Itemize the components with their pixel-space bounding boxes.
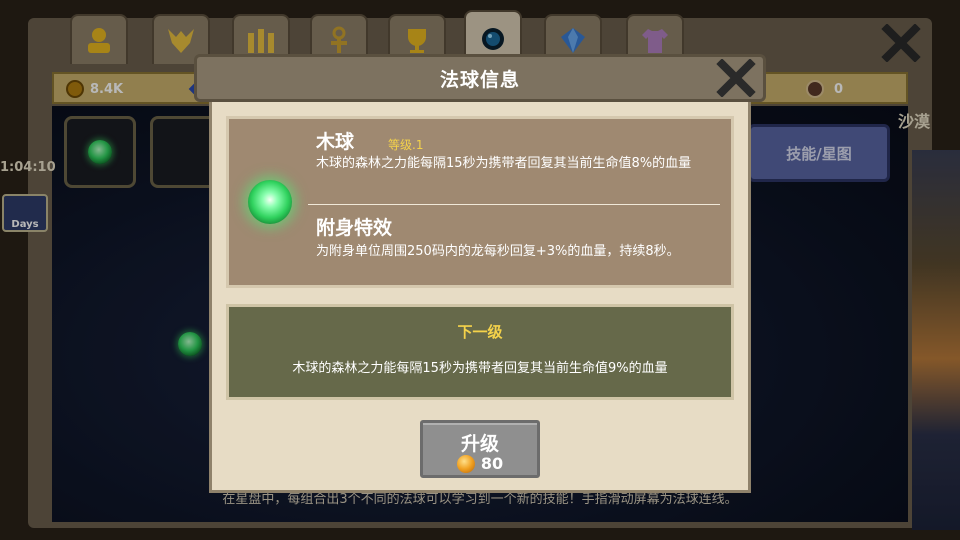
modal-title: 法球信息: [439, 68, 520, 91]
orb-description: 木球的森林之力能每隔15秒为携带者回复其当前生命值8%的血量: [316, 156, 692, 171]
divider: [308, 204, 720, 205]
upgrade-cost: 80: [423, 454, 537, 473]
orange-coin-icon: [456, 454, 475, 473]
attach-effect-title: 附身特效: [316, 217, 393, 239]
upgrade-button[interactable]: 升级 80: [420, 420, 540, 478]
upgrade-cost-amount: 80: [480, 454, 504, 473]
wood-orb-icon: [248, 180, 292, 224]
modal-close-button[interactable]: [712, 56, 760, 100]
upgrade-label: 升级: [460, 433, 499, 455]
close-icon: [716, 59, 756, 97]
orb-level: 等级.1: [388, 138, 424, 152]
next-level-box: [226, 304, 734, 400]
orb-info-box: [226, 116, 734, 288]
modal-header: 法球信息: [194, 54, 766, 102]
next-level-description: 木球的森林之力能每隔15秒为携带者回复其当前生命值9%的血量: [292, 361, 668, 376]
attach-effect-description: 为附身单位周围250码内的龙每秒回复+3%的血量，持续8秒。: [316, 244, 680, 259]
orb-name: 木球: [316, 131, 355, 153]
next-level-title: 下一级: [457, 323, 503, 341]
